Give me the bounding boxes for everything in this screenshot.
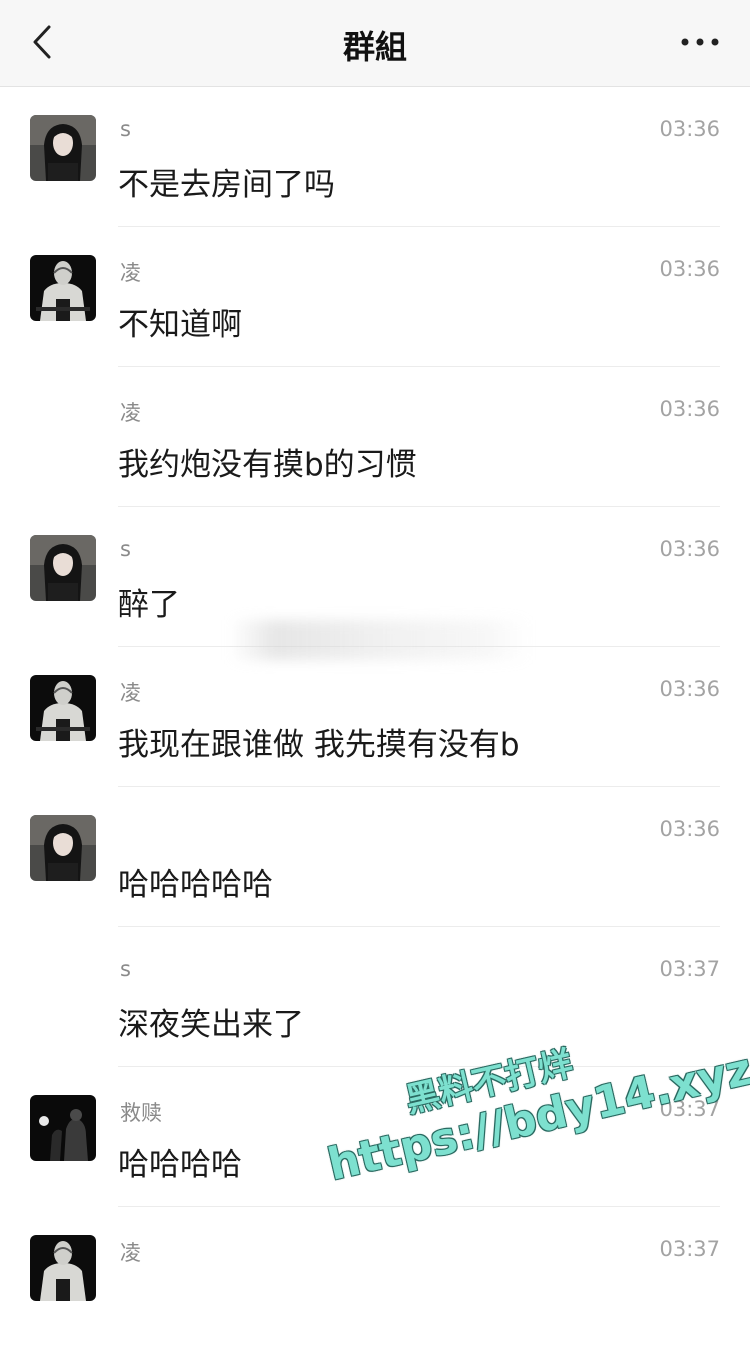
message-item: 救赎 03:37 哈哈哈哈 xyxy=(0,1067,750,1207)
sender-name: s xyxy=(120,537,131,561)
message-text: 醉了 xyxy=(118,587,180,623)
sender-name: 凌 xyxy=(120,401,141,425)
avatar-mask-image xyxy=(30,255,96,321)
message-item: s 03:36 不是去房间了吗 xyxy=(0,87,750,227)
message-text: 我约炮没有摸b的习惯 xyxy=(118,447,417,483)
sender-name: 凌 xyxy=(120,1241,141,1265)
avatar-girl-image xyxy=(30,535,96,601)
avatar-girl-image xyxy=(30,815,96,881)
message-time: 03:36 xyxy=(659,257,720,281)
message-item: s 03:37 深夜笑出来了 xyxy=(0,927,750,1067)
message-text: 我现在跟谁做 我先摸有没有b xyxy=(118,727,520,763)
avatar[interactable] xyxy=(30,815,96,881)
message-item: 凌 03:36 我约炮没有摸b的习惯 xyxy=(0,367,750,507)
message-text: 哈哈哈哈哈 xyxy=(118,867,273,903)
sender-name: 凌 xyxy=(120,681,141,705)
sender-name: 凌 xyxy=(120,261,141,285)
avatar[interactable] xyxy=(30,115,96,181)
message-text: 哈哈哈哈 xyxy=(118,1147,242,1183)
message-item: 凌 03:37 xyxy=(0,1207,750,1347)
message-time: 03:36 xyxy=(659,537,720,561)
message-list: s 03:36 不是去房间了吗 凌 03:36 不知道啊 凌 03:36 我约炮… xyxy=(0,87,750,1347)
message-item: 03:36 哈哈哈哈哈 xyxy=(0,787,750,927)
more-button[interactable] xyxy=(670,22,730,62)
avatar[interactable] xyxy=(30,1095,96,1161)
message-time: 03:37 xyxy=(659,1237,720,1261)
avatar-mask-image xyxy=(30,1235,96,1301)
message-time: 03:36 xyxy=(659,677,720,701)
message-item: 凌 03:36 不知道啊 xyxy=(0,227,750,367)
message-time: 03:36 xyxy=(659,397,720,421)
avatar[interactable] xyxy=(30,675,96,741)
chat-header: 群組 xyxy=(0,0,750,87)
message-time: 03:37 xyxy=(659,957,720,981)
message-text: 不是去房间了吗 xyxy=(118,167,335,203)
avatar-mask-image xyxy=(30,675,96,741)
avatar[interactable] xyxy=(30,1235,96,1301)
message-time: 03:36 xyxy=(659,817,720,841)
page-title: 群組 xyxy=(342,28,407,66)
message-time: 03:36 xyxy=(659,117,720,141)
avatar[interactable] xyxy=(30,255,96,321)
sender-name: 救赎 xyxy=(120,1101,162,1125)
sender-name: s xyxy=(120,957,131,981)
message-item: 凌 03:36 我现在跟谁做 我先摸有没有b xyxy=(0,647,750,787)
message-time: 03:37 xyxy=(659,1097,720,1121)
message-text: 深夜笑出来了 xyxy=(118,1007,304,1043)
sender-name: s xyxy=(120,117,131,141)
avatar[interactable] xyxy=(30,535,96,601)
avatar-dark-image xyxy=(30,1095,96,1161)
more-horizontal-icon xyxy=(681,38,719,46)
blurred-region xyxy=(230,620,530,660)
message-text: 不知道啊 xyxy=(118,307,242,343)
avatar-girl-image xyxy=(30,115,96,181)
